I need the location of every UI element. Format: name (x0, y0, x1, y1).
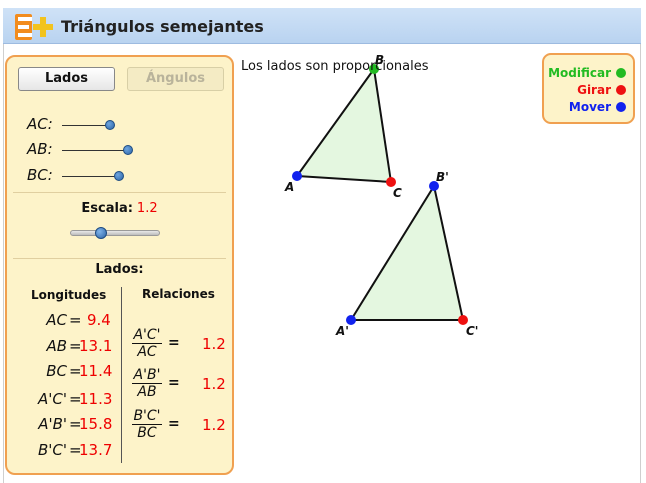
vertex-c-label: C (393, 186, 402, 200)
green-dot-icon (616, 68, 626, 78)
legend-mover: Mover (568, 100, 611, 114)
vertex-c2-label: C' (466, 324, 478, 338)
legend-girar: Girar (577, 83, 611, 97)
triangle-a2b2c2 (349, 183, 465, 321)
triangle-abc (295, 66, 393, 184)
legend-box: Modificar Girar Mover (542, 53, 635, 124)
legend-modificar: Modificar (548, 66, 611, 80)
vertex-b2-label: B' (436, 170, 449, 184)
red-dot-icon (616, 85, 626, 95)
vertex-a-label: A (284, 180, 294, 194)
vertex-a2-label: A' (335, 324, 349, 338)
blue-dot-icon (616, 102, 626, 112)
status-message: Los lados son proporcionales (241, 59, 429, 74)
